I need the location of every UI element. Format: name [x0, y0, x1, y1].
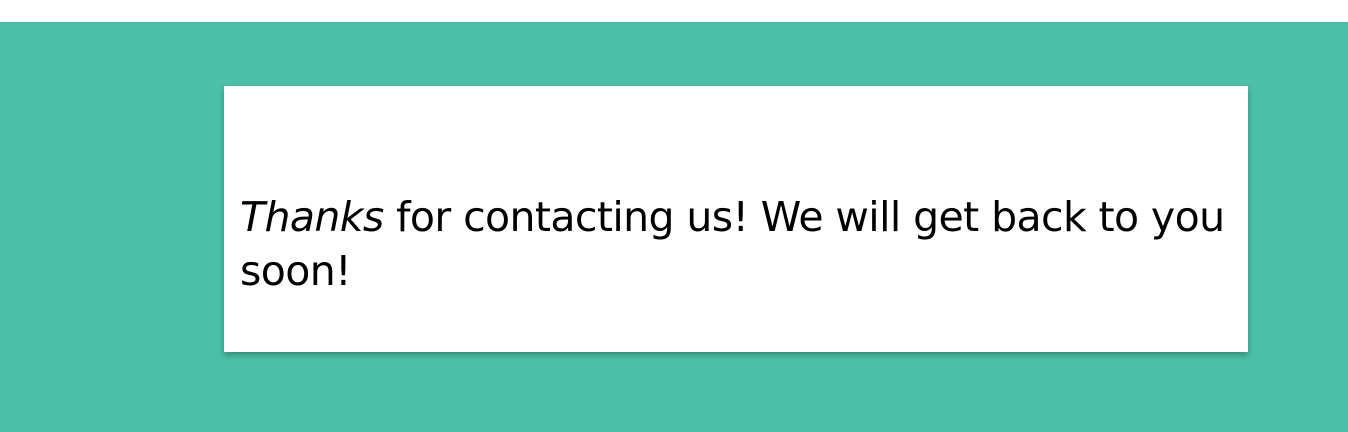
- confirmation-card: Thanks for contacting us! We will get ba…: [224, 86, 1248, 352]
- confirmation-message-body: for contacting us! We will get back to y…: [240, 193, 1225, 295]
- page: Thanks for contacting us! We will get ba…: [0, 0, 1348, 432]
- confirmation-emphasis: Thanks: [240, 193, 384, 241]
- confirmation-message: Thanks for contacting us! We will get ba…: [240, 190, 1240, 298]
- confirmation-section: Thanks for contacting us! We will get ba…: [0, 22, 1348, 432]
